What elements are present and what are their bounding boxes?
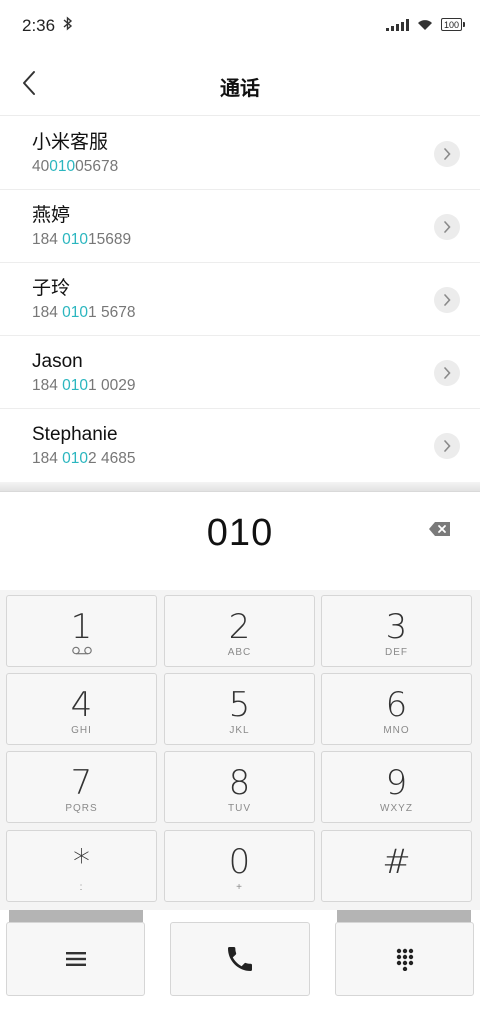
page-title: 通话: [220, 78, 260, 100]
backspace-button[interactable]: [428, 520, 452, 538]
contact-number: 184 01015689: [32, 231, 132, 248]
key-6[interactable]: 6 MNO: [321, 673, 472, 745]
key-9[interactable]: 9 WXYZ: [321, 751, 472, 823]
key-digit: 9: [385, 763, 408, 803]
key-letters: +: [236, 882, 243, 893]
key-digit: #: [382, 842, 411, 882]
key-digit: 8: [228, 763, 251, 803]
contact-detail-button[interactable]: [434, 141, 460, 167]
number-match: 010: [62, 377, 89, 394]
keypad-icon: [396, 948, 413, 971]
chevron-right-icon: [444, 221, 451, 233]
key-8[interactable]: 8 TUV: [164, 751, 315, 823]
key-7[interactable]: 7 PQRS: [6, 751, 157, 823]
contact-name: Jason: [32, 351, 83, 372]
key-3[interactable]: 3 DEF: [321, 595, 472, 667]
contact-row[interactable]: Jason 184 0101 0029: [0, 336, 480, 409]
backspace-icon: [429, 522, 450, 536]
contact-detail-button[interactable]: [434, 433, 460, 459]
key-2[interactable]: 2 ABC: [164, 595, 315, 667]
key-letters: PQRS: [65, 803, 98, 814]
key-digit: 0: [228, 842, 251, 882]
title-bar: 通话: [0, 52, 480, 116]
dial-keypad: 1 2 ABC 3 DEF 4 GHI 5 JKL 6 MNO 7 PQRS 8…: [0, 590, 480, 910]
key-1[interactable]: 1: [6, 595, 157, 667]
key-digit: 1: [70, 607, 93, 647]
contact-name: 子玲: [32, 278, 71, 299]
chevron-right-icon: [444, 148, 451, 160]
status-icons: 100: [385, 18, 466, 31]
contact-number: 184 0101 5678: [32, 304, 136, 321]
key-digit: 6: [385, 685, 408, 725]
key-hash[interactable]: #: [321, 830, 472, 902]
keypad-toggle-button[interactable]: [335, 922, 474, 996]
key-digit: 4: [70, 685, 93, 725]
battery-indicator: 100: [440, 18, 466, 31]
menu-icon: [65, 952, 86, 966]
key-digit: 7: [70, 763, 93, 803]
key-letters: DEF: [385, 647, 408, 658]
list-divider: [0, 482, 480, 492]
battery-level: 100: [443, 19, 459, 30]
key-digit: 5: [228, 685, 251, 725]
bluetooth-icon: [63, 16, 73, 35]
key-5[interactable]: 5 JKL: [164, 673, 315, 745]
contact-name: 燕婷: [32, 205, 71, 226]
number-match: 010: [62, 450, 89, 467]
key-letters: WXYZ: [380, 803, 413, 814]
menu-button[interactable]: [6, 922, 145, 996]
contact-row[interactable]: 小米客服 4001005678: [0, 117, 480, 190]
contact-row[interactable]: Stephanie 184 0102 4685: [0, 409, 480, 482]
left-strip: [9, 910, 143, 922]
key-4[interactable]: 4 GHI: [6, 673, 157, 745]
contact-number: 184 0102 4685: [32, 450, 136, 467]
contact-name: 小米客服: [32, 132, 109, 153]
contact-row[interactable]: 燕婷 184 01015689: [0, 190, 480, 263]
key-letters: :: [79, 882, 84, 893]
key-letters: JKL: [229, 725, 250, 736]
key-digit: 2: [228, 607, 251, 647]
key-star[interactable]: * :: [6, 830, 157, 902]
right-strip: [337, 910, 471, 922]
phone-icon: [228, 947, 252, 971]
contact-name: Stephanie: [32, 424, 118, 445]
number-match: 010: [62, 231, 89, 248]
key-letters: MNO: [383, 725, 410, 736]
call-button[interactable]: [170, 922, 310, 996]
contact-detail-button[interactable]: [434, 360, 460, 386]
contact-row[interactable]: 子玲 184 0101 5678: [0, 263, 480, 336]
dial-display: 010: [0, 492, 480, 590]
status-time: 2:36: [22, 16, 56, 35]
dialed-number: 010: [206, 512, 274, 554]
chevron-right-icon: [444, 294, 451, 306]
number-match: 010: [62, 304, 89, 321]
key-digit: 3: [385, 607, 408, 647]
key-0[interactable]: 0 +: [164, 830, 315, 902]
contact-number: 4001005678: [32, 158, 119, 175]
contact-detail-button[interactable]: [434, 214, 460, 240]
key-digit: *: [73, 842, 90, 882]
bottom-action-bar: [0, 910, 480, 1013]
key-letters: TUV: [228, 803, 251, 814]
contact-results-list: 小米客服 4001005678 燕婷 184 01015689 子玲 184 0…: [0, 117, 480, 482]
voicemail-icon: [71, 646, 92, 655]
signal-icon: [385, 18, 409, 31]
key-letters: GHI: [71, 725, 92, 736]
status-bar: 2:36 100: [0, 0, 480, 52]
contact-number: 184 0101 0029: [32, 377, 136, 394]
number-match: 010: [49, 158, 76, 175]
contact-detail-button[interactable]: [434, 287, 460, 313]
chevron-right-icon: [444, 440, 451, 452]
key-letters: ABC: [227, 647, 252, 658]
chevron-right-icon: [444, 367, 451, 379]
wifi-icon: [417, 19, 432, 30]
